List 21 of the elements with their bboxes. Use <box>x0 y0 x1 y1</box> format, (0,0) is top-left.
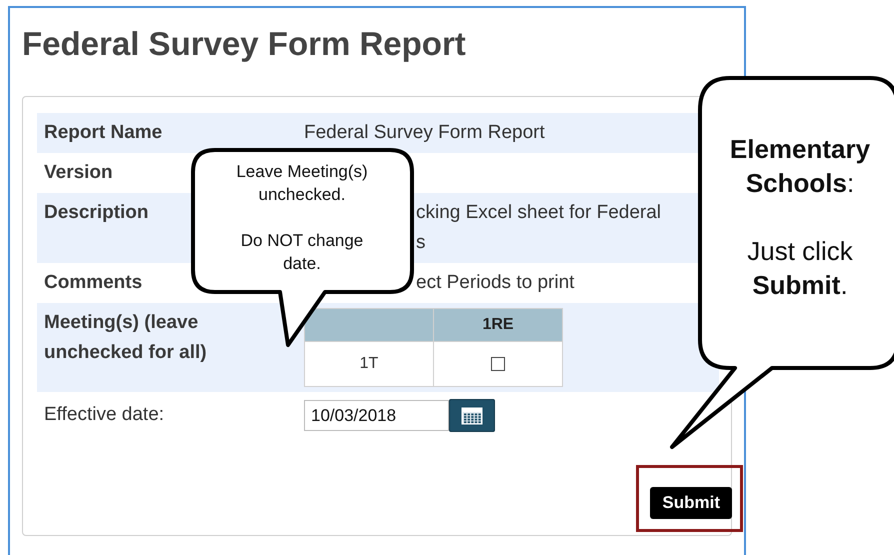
field-label: Meeting(s) (leave unchecked for all) <box>44 311 208 365</box>
field-label: Comments <box>44 271 142 295</box>
calendar-icon <box>461 406 483 424</box>
submit-button[interactable]: Submit <box>650 487 732 519</box>
field-value: cking Excel sheet for Federal s <box>416 201 662 255</box>
callout-text: Elementary Schools: <box>728 133 872 200</box>
field-value: ect Periods to print <box>416 271 574 295</box>
page-title: Federal Survey Form Report <box>22 28 467 60</box>
field-label: Effective date: <box>44 403 164 427</box>
date-field[interactable]: 10/03/2018 <box>304 400 449 431</box>
field-value: Federal Survey Form Report <box>304 121 545 145</box>
table-cell: 1T <box>304 342 434 386</box>
field-label: Description <box>44 201 149 225</box>
checkbox[interactable] <box>491 356 505 371</box>
callout-text: Do NOT change date. <box>240 230 364 275</box>
calendar-button[interactable] <box>449 399 495 432</box>
field-label: Version <box>44 161 113 185</box>
callout-text: Leave Meeting(s) unchecked. <box>235 161 369 206</box>
table-header: 1RE <box>434 308 562 342</box>
field-label: Report Name <box>44 121 162 145</box>
callout-text: Just click Submit. <box>746 235 854 302</box>
